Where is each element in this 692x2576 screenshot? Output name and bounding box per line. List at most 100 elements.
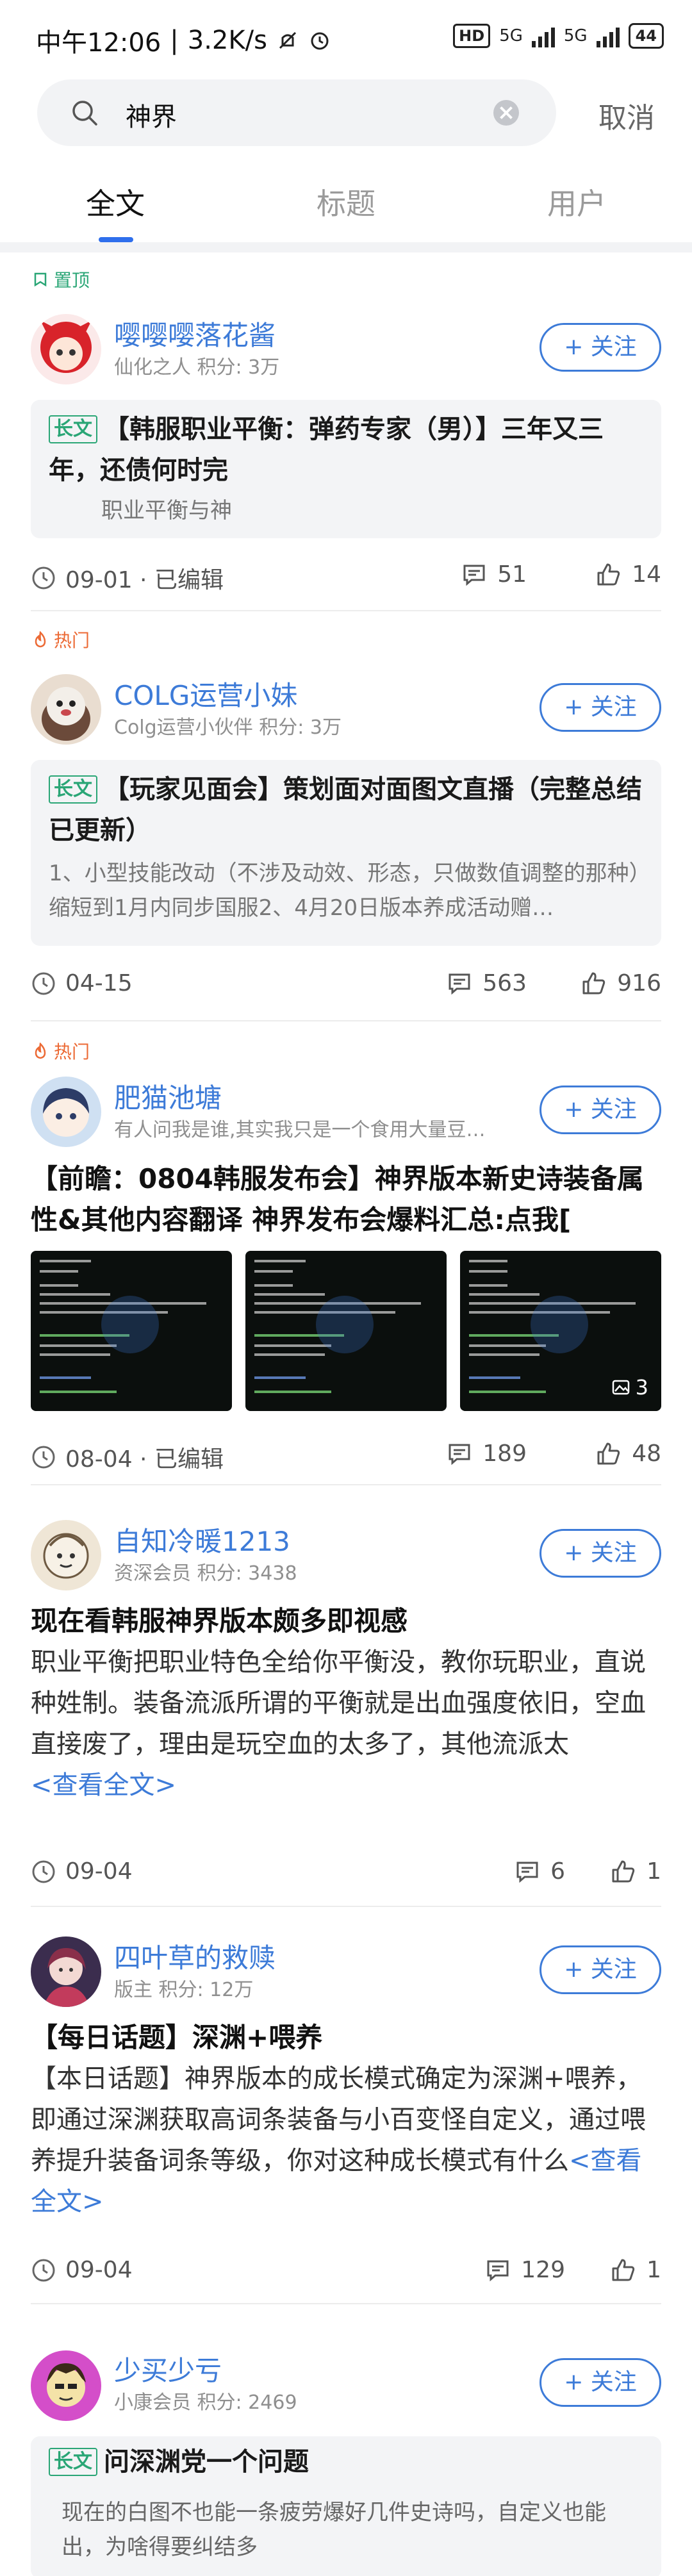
follow-button[interactable]: + 关注 xyxy=(540,1086,661,1134)
post-time: 08-04 · 已编辑 xyxy=(31,1441,224,1474)
cancel-button[interactable]: 取消 xyxy=(598,95,655,136)
comment-button[interactable]: 6 xyxy=(515,1858,565,1885)
post-date: 09-01 · 已编辑 xyxy=(65,567,224,593)
hd-icon: HD xyxy=(453,24,491,48)
image-count-value: 3 xyxy=(635,1375,648,1399)
post-footer: 09-04 6 1 xyxy=(31,1852,661,1890)
follow-button[interactable]: + 关注 xyxy=(540,2358,661,2407)
username[interactable]: 四叶草的救赎 xyxy=(114,1936,276,1976)
comment-button[interactable]: 189 xyxy=(447,1441,527,1467)
avatar[interactable] xyxy=(31,1936,101,2007)
user-meta: 有人问我是谁,其实我只是一个食用大量豆… xyxy=(114,1119,486,1141)
post-card[interactable]: 自知冷暖1213 资深会员 积分: 3438 + 关注 现在看韩服神界版本颇多即… xyxy=(0,1487,692,1910)
like-button[interactable]: 1 xyxy=(611,2257,661,2283)
post-card[interactable]: 置顶 嘤嘤嘤落花酱 仙化之人 积分: 3万 + 关注 长文 【韩服职业平衡：弹药专… xyxy=(0,252,692,611)
post-footer: 08-04 · 已编辑 189 48 xyxy=(31,1434,661,1473)
user-meta: Colg运营小伙伴 积分: 3万 xyxy=(114,716,342,739)
post-date: 09-04 xyxy=(65,2257,133,2283)
post-date: 08-04 · 已编辑 xyxy=(65,1446,224,1473)
quoted-article[interactable]: 长文 【韩服职业平衡：弹药专家（男）】三年又三年，还债何时完 职业平衡与神 xyxy=(31,400,661,538)
avatar[interactable] xyxy=(31,674,101,745)
username[interactable]: COLG运营小妹 xyxy=(114,674,297,713)
follow-button[interactable]: + 关注 xyxy=(540,1945,661,1994)
divider xyxy=(31,610,661,611)
post-image[interactable] xyxy=(31,1251,232,1411)
post-card[interactable]: 热门 COLG运营小妹 Colg运营小伙伴 积分: 3万 + 关注 长文 【玩家见… xyxy=(0,613,692,1023)
post-card[interactable]: 热门 肥猫池塘 有人问我是谁,其实我只是一个食用大量豆… + 关注 【前瞻：08… xyxy=(0,1024,692,1485)
long-article-tag: 长文 xyxy=(49,2448,97,2476)
post-card[interactable]: 四叶草的救赎 版主 积分: 12万 + 关注 【每日话题】深渊+喂养 【本日话题… xyxy=(0,1911,692,2308)
flame-icon xyxy=(35,631,46,648)
tab-bar: 全文 标题 用户 xyxy=(0,165,692,242)
avatar[interactable] xyxy=(31,1077,101,1147)
username[interactable]: 少买少亏 xyxy=(114,2349,222,2388)
clock-icon xyxy=(32,566,55,590)
active-tab-indicator xyxy=(99,237,133,242)
post-title: 现在看韩服神界版本颇多即视感 xyxy=(31,1605,408,1637)
post-time: 09-04 xyxy=(31,2257,133,2283)
post-excerpt: 1、小型技能改动（不涉及动效、形态，只做数值调整的那种）缩短到1月内同步国服2、… xyxy=(49,861,640,921)
post-time: 04-15 xyxy=(31,970,133,996)
quoted-article[interactable]: 长文 问深渊党一个问题 现在的白图不也能一条疲劳爆好几件史诗吗，自定义也能出，为啥… xyxy=(31,2436,661,2576)
post-time: 09-01 · 已编辑 xyxy=(31,561,224,595)
long-article-tag: 长文 xyxy=(49,415,97,443)
post-date: 09-04 xyxy=(65,1858,133,1885)
like-button[interactable]: 14 xyxy=(596,561,661,588)
divider xyxy=(31,1020,661,1021)
post-image[interactable]: 3 xyxy=(460,1251,661,1411)
post-image[interactable] xyxy=(245,1251,447,1411)
comment-button[interactable]: 129 xyxy=(485,2257,565,2283)
read-more-link[interactable]: <查看全文> xyxy=(31,1771,176,1800)
comment-icon xyxy=(463,565,485,586)
comment-count: 563 xyxy=(482,970,527,996)
follow-button[interactable]: + 关注 xyxy=(540,1529,661,1578)
post-excerpt-text: 职业平衡把职业特色全给你平衡没，教你玩职业，直说种姓制。装备流派所谓的平衡就是出… xyxy=(31,1647,646,1759)
username[interactable]: 嘤嘤嘤落花酱 xyxy=(114,314,276,353)
thumbs-up-icon xyxy=(597,563,620,585)
avatar[interactable] xyxy=(31,1520,101,1590)
post-title-text: 问深渊党一个问题 xyxy=(104,2447,309,2477)
status-separator: | xyxy=(170,26,179,55)
follow-button[interactable]: + 关注 xyxy=(540,323,661,372)
follow-button[interactable]: + 关注 xyxy=(540,683,661,732)
comment-button[interactable]: 51 xyxy=(461,561,527,588)
search-input[interactable]: 神界 xyxy=(37,79,556,146)
clear-icon[interactable] xyxy=(493,100,519,126)
clock-icon xyxy=(32,1860,55,1883)
post-title: 长文 【韩服职业平衡：弹药专家（男）】三年又三年，还债何时完 xyxy=(49,409,643,491)
tab-title[interactable]: 标题 xyxy=(269,181,423,223)
network-speed: 3.2K/s xyxy=(187,26,267,55)
tab-fulltext[interactable]: 全文 xyxy=(38,181,192,223)
post-card[interactable]: 少买少亏 小康会员 积分: 2469 + 关注 长文 问深渊党一个问题 现在的白图… xyxy=(0,2309,692,2576)
post-excerpt-text: 【本日话题】神界版本的成长模式确定为深渊+喂养，即通过深渊获取高词条装备与小百变… xyxy=(31,2064,646,2176)
post-excerpt: 【本日话题】神界版本的成长模式确定为深渊+喂养，即通过深渊获取高词条装备与小百变… xyxy=(31,2058,661,2222)
pinned-badge: 置顶 xyxy=(32,267,90,292)
username[interactable]: 肥猫池塘 xyxy=(114,1077,222,1116)
signal-icon-2 xyxy=(596,24,620,47)
like-button[interactable]: 48 xyxy=(596,1441,661,1467)
like-button[interactable]: 1 xyxy=(611,1858,661,1885)
signal-icon xyxy=(531,24,555,47)
hot-badge: 热门 xyxy=(32,1038,90,1064)
comment-count: 189 xyxy=(482,1441,527,1467)
post-category: 职业平衡与神 xyxy=(101,498,232,524)
thumbs-up-icon xyxy=(582,972,606,994)
clock-icon xyxy=(32,972,55,995)
avatar[interactable] xyxy=(31,2350,101,2421)
avatar[interactable] xyxy=(31,314,101,384)
like-count: 1 xyxy=(647,1858,661,1885)
username[interactable]: 自知冷暖1213 xyxy=(114,1520,290,1559)
comment-icon xyxy=(516,1862,538,1883)
post-title: 【每日话题】深渊+喂养 xyxy=(31,2022,323,2053)
image-count: 3 xyxy=(611,1375,648,1399)
status-bar: 中午12:06 | 3.2K/s HD 5G 5G 44 xyxy=(0,0,692,77)
like-button[interactable]: 916 xyxy=(581,970,661,996)
like-count: 48 xyxy=(632,1441,661,1467)
search-query: 神界 xyxy=(126,103,177,132)
comment-button[interactable]: 563 xyxy=(447,970,527,996)
quoted-article[interactable]: 长文 【玩家见面会】策划面对面图文直播（完整总结已更新） 1、小型技能改动（不涉及… xyxy=(31,760,661,946)
network-type-1: 5G xyxy=(499,26,523,45)
user-meta: 资深会员 积分: 3438 xyxy=(114,1562,297,1585)
clock-icon xyxy=(32,1446,55,1469)
tab-users[interactable]: 用户 xyxy=(500,181,654,223)
